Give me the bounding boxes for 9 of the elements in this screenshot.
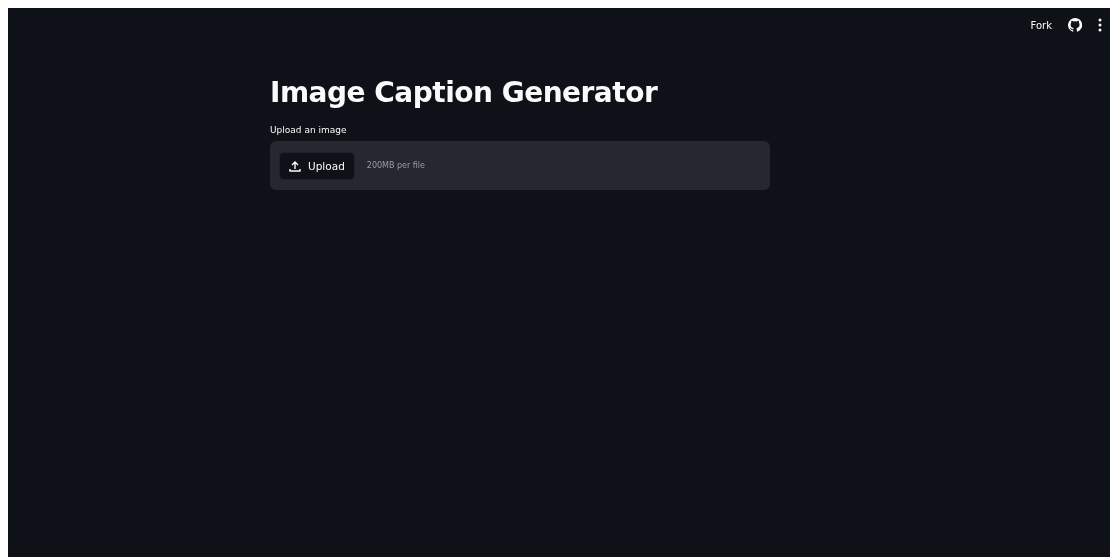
menu-icon[interactable]: [1098, 18, 1102, 32]
uploader-label: Upload an image: [270, 125, 348, 135]
upload-icon: [289, 159, 301, 172]
github-icon[interactable]: [1068, 18, 1082, 32]
file-dropzone[interactable]: Upload 200MB per file: [270, 141, 770, 190]
file-size-limit: 200MB per file: [366, 161, 425, 170]
fork-link[interactable]: Fork: [1030, 19, 1052, 31]
page-title: Image Caption Generator: [270, 76, 659, 109]
upload-button[interactable]: Upload: [279, 151, 355, 180]
